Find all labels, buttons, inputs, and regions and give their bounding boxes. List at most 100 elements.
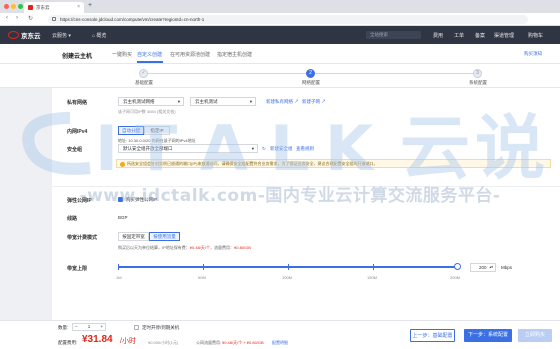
tab-close-icon[interactable]: × [77, 4, 80, 10]
slider-label: 150M [367, 275, 378, 280]
new-vpc-link[interactable]: 新建私有网络 ↗ [266, 99, 299, 105]
lock-icon [52, 17, 56, 21]
page-title: 创建云主机 [62, 54, 93, 60]
eip-checkbox-label: 购买弹性公网IP [126, 197, 158, 202]
hourly-cost: ¥31.84 [82, 334, 113, 345]
subnet-select[interactable]: 云主机测试 ▾ [190, 97, 256, 106]
global-search-input[interactable]: 全站搜索 [366, 31, 421, 39]
new-subnet-link[interactable]: 新建子网 ↗ [302, 99, 326, 105]
zoom-window-button[interactable] [18, 4, 23, 9]
new-tab-icon[interactable]: + [88, 2, 92, 9]
step-connector [144, 73, 310, 74]
network-config-form [52, 88, 560, 326]
bottom-action-bar: 数量: −1 + 定时开停/到期关机 配置费用: ¥31.84 /小时 ¥0.00… [0, 320, 560, 349]
view-rules-link[interactable]: 查看规则 [296, 146, 314, 152]
tab-dedicated-host[interactable]: 指定宿主机创建 [217, 51, 252, 58]
slider-label: 200M [450, 275, 461, 280]
config-detail-link[interactable]: 配置明细 [272, 340, 288, 346]
line-value: BGP [118, 215, 128, 220]
buy-now-button[interactable]: 立即购买 [518, 329, 552, 342]
page-header: 创建云主机 一键购买 自定义创建 在可用资源池创建 指定宿主机创建 购买须知 [0, 44, 560, 64]
bandwidth-label: 带宽上限 [67, 266, 88, 272]
nav-filing[interactable]: 备案 [475, 32, 485, 39]
line-label: 线路 [67, 216, 78, 222]
slider-tick [203, 264, 204, 270]
ip-auto-option[interactable]: 自动分配 [118, 126, 144, 135]
url-text: https://cns-console.jdcloud.com/compute/… [60, 17, 205, 22]
nav-tickets[interactable]: 工单 [454, 32, 464, 39]
slider-tick [118, 264, 119, 270]
warning-icon [120, 161, 125, 167]
billing-fixed-option[interactable]: 按固定带宽 [118, 232, 149, 241]
slider-label: 50M [198, 275, 206, 280]
jdcloud-logo[interactable]: 京东云 [8, 30, 41, 40]
tab-quick-buy[interactable]: 一键购买 [112, 51, 132, 58]
check-icon: ✓ [141, 70, 146, 76]
quantity-stepper[interactable]: −1 + [72, 323, 106, 331]
security-group-warning: 所选安全组会针对实例已放通的端口(IP)来放通访问，请确保安全组配置符合业务需求… [116, 159, 551, 168]
nav-channel[interactable]: 渠道管理 [494, 32, 514, 39]
bandwidth-input[interactable]: 200 ▴▾ [470, 263, 496, 272]
minimize-window-button[interactable] [11, 4, 16, 9]
overview-link[interactable]: ⌂ 概览 [92, 32, 106, 39]
step-2-label: 网络配置 [302, 80, 320, 85]
vpc-select[interactable]: 云主机测试网络 ▾ [118, 97, 184, 106]
stepper-arrows-icon: ▴▾ [489, 265, 493, 269]
ipv4-label: 内网IPv4 [67, 129, 88, 135]
vpc-label: 私有网络 [67, 100, 88, 106]
nav-fees[interactable]: 费用 [433, 32, 443, 39]
forward-icon[interactable]: › [16, 15, 18, 21]
slider-tick [373, 264, 374, 270]
ip-manual-option[interactable]: 指定IP [144, 126, 170, 135]
close-window-button[interactable] [4, 4, 9, 9]
billing-mode-label: 带宽计费模式 [67, 235, 98, 241]
cost-unit: /小时 [120, 338, 136, 345]
step-connector [310, 73, 478, 74]
jdcloud-favicon-icon [28, 5, 33, 10]
eip-label: 弹性公网IP [67, 198, 92, 204]
reload-icon[interactable]: ↻ [28, 15, 33, 22]
vpc-hint: 该子网可用IP数 4084 (相关文档) [118, 109, 176, 114]
slider-label: 1M [116, 275, 122, 280]
step-1-label: 基础配置 [135, 80, 153, 85]
console-topnav: 京东云 云服务 ▾ ⌂ 概览 全站搜索 费用 工单 备案 渠道管理 购物车 [0, 26, 560, 44]
next-step-button[interactable]: 下一步：系统配置 [464, 329, 512, 342]
chevron-down-icon: ▾ [177, 99, 180, 104]
security-group-label: 安全组 [67, 147, 83, 153]
step-3: 3 [473, 69, 482, 78]
tab-resource-pool[interactable]: 在可用资源池创建 [170, 51, 210, 58]
eip-checkbox[interactable] [118, 197, 123, 202]
refresh-icon[interactable]: ↻ [262, 146, 266, 152]
security-group-select[interactable]: 默认安全组开放全部端口 ▾ [118, 144, 258, 153]
schedule-checkbox[interactable] [134, 325, 139, 330]
cost-label: 配置费用: [58, 340, 78, 345]
purchase-notes-link[interactable]: 购买须知 [524, 51, 542, 57]
eip-cost-label: 公网流量费用: [196, 340, 222, 345]
tab-custom-create[interactable]: 自定义创建 [137, 51, 162, 58]
nav-cart[interactable]: 购物车 [528, 32, 543, 39]
new-security-group-link[interactable]: 新建安全组 [270, 146, 293, 152]
bandwidth-unit: Mbps [501, 265, 513, 270]
cloud-services-menu[interactable]: 云服务 ▾ [52, 32, 71, 39]
minus-icon: − [75, 324, 78, 329]
browser-tab[interactable]: 京东云 × [24, 2, 84, 13]
url-field[interactable]: https://cns-console.jdcloud.com/compute/… [48, 15, 528, 24]
steps-bar: ✓ 基础配置 2 网络配置 3 系统配置 [0, 64, 560, 88]
eip-cost-value: ¥0.48/天/个 + ¥0.80/GB [222, 340, 264, 345]
quantity-label: 数量: [58, 325, 69, 330]
section-divider [52, 186, 560, 187]
plus-icon: + [100, 324, 103, 329]
schedule-label: 定时开停/到期关机 [142, 325, 180, 330]
step-3-label: 系统配置 [469, 80, 487, 85]
bandwidth-slider-thumb[interactable] [454, 263, 461, 270]
browser-tabbar: 京东云 × + [0, 0, 560, 13]
jdcloud-logo-icon [8, 31, 19, 39]
back-icon[interactable]: ‹ [6, 15, 8, 21]
step-2-active: 2 [306, 69, 315, 78]
slider-label: 100M [282, 275, 293, 280]
step-1-done: ✓ [139, 69, 148, 78]
address-bar: ‹ › ↻ https://cns-console.jdcloud.com/co… [0, 13, 560, 26]
billing-traffic-option[interactable]: 按使用流量 [149, 232, 180, 241]
prev-step-button[interactable]: 上一步：基础配置 [410, 329, 455, 342]
active-tab-indicator [137, 61, 163, 63]
